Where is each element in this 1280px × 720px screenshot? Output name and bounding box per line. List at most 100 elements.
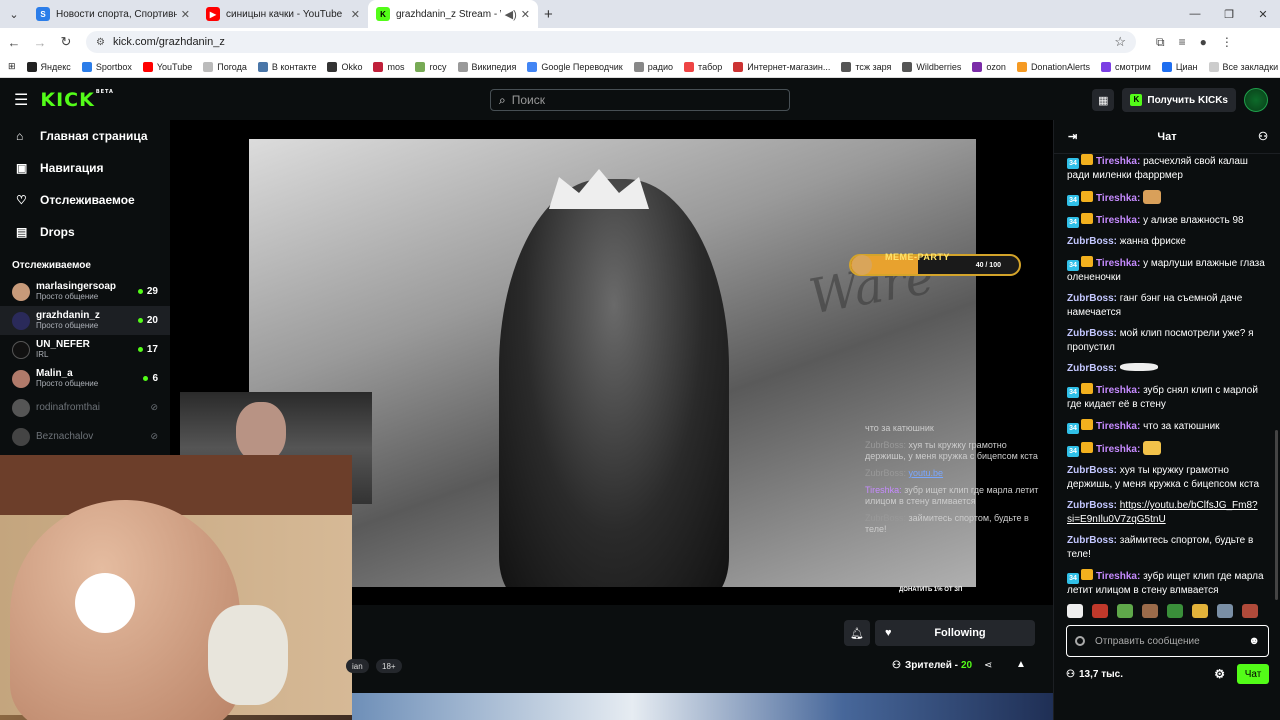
bookmark-item[interactable]: Циан [1161, 61, 1198, 72]
back-icon[interactable]: ← [2, 35, 26, 50]
get-kicks-button[interactable]: K Получить KICKs [1122, 88, 1236, 112]
share-icon[interactable]: ⋖ [984, 660, 992, 671]
emote-icon[interactable] [1117, 604, 1133, 618]
emote-icon[interactable] [1192, 604, 1208, 618]
kick-logo[interactable]: KICKBETA [40, 89, 114, 111]
chat-username[interactable]: Tireshka: [1096, 421, 1140, 432]
search-input[interactable]: ⌕ Поиск [490, 89, 790, 111]
sidebar-item-following[interactable]: ♡ Отслеживаемое [0, 184, 170, 216]
followed-channel-offline[interactable]: Beznachalov ⊘ [0, 422, 170, 451]
media-icon[interactable]: ≡ [1179, 35, 1186, 50]
bookmark-item[interactable]: Google Переводчик [527, 61, 623, 72]
bookmark-item[interactable]: Okko [327, 61, 362, 72]
chat-username[interactable]: Tireshka: [1096, 215, 1140, 226]
followed-channel-offline[interactable]: rodinafromthai ⊘ [0, 393, 170, 422]
report-icon[interactable]: ▲ [1016, 659, 1026, 670]
close-tab-icon[interactable]: ✕ [181, 8, 190, 21]
chat-username[interactable]: ZubrBoss: [1067, 535, 1117, 546]
chat-input[interactable]: Отправить сообщение ☻ [1066, 625, 1269, 657]
bookmark-item[interactable]: смотрим [1100, 61, 1151, 72]
bookmark-item[interactable]: табор [684, 61, 722, 72]
browser-tab-active[interactable]: K grazhdanin_z Stream - Wat ◀) ✕ [368, 0, 538, 28]
viewer-count: ⚇ Зрителей - 20 [892, 660, 973, 671]
bookmark-item[interactable]: В контакте [257, 61, 316, 72]
chat-username[interactable]: ZubrBoss: [1067, 465, 1117, 476]
emote-icon[interactable] [1092, 604, 1108, 618]
collapse-chat-icon[interactable]: ⇥ [1068, 130, 1077, 143]
menu-hamburger-icon[interactable]: ☰ [14, 90, 28, 110]
url-field[interactable]: ⚙ kick.com/grazhdanin_z ☆ [86, 31, 1136, 53]
close-window-icon[interactable]: ✕ [1246, 8, 1280, 21]
chat-username[interactable]: Tireshka: [1096, 571, 1140, 582]
bookmark-star-icon[interactable]: ☆ [1114, 34, 1126, 50]
emote-icon[interactable] [1217, 604, 1233, 618]
chat-scrollbar[interactable] [1275, 430, 1278, 600]
bookmark-item[interactable]: YouTube [142, 61, 192, 72]
bookmark-item[interactable]: Википедия [457, 61, 516, 72]
bookmark-item[interactable]: DonationAlerts [1016, 61, 1090, 72]
audio-icon[interactable]: ◀) [505, 8, 517, 21]
chat-username[interactable]: ZubrBoss: [1067, 500, 1117, 511]
bookmark-item[interactable]: Яндекс [26, 61, 71, 72]
browser-tab[interactable]: ▶ синицын качки - YouTube ✕ [198, 0, 368, 28]
emote-icon[interactable] [1142, 604, 1158, 618]
minimize-icon[interactable]: — [1178, 8, 1212, 20]
stream-tag[interactable]: ian [346, 659, 369, 673]
close-tab-icon[interactable]: ✕ [351, 8, 360, 21]
chat-username[interactable]: ZubrBoss: [1067, 363, 1117, 374]
emoji-icon[interactable]: ☻ [1248, 635, 1260, 647]
chat-username[interactable]: ZubrBoss: [1067, 236, 1117, 247]
apps-icon[interactable]: ⊞ [8, 61, 16, 72]
send-chat-button[interactable]: Чат [1237, 664, 1269, 684]
notification-bell-icon[interactable]: 🔔︎ [844, 620, 870, 646]
extensions-icon[interactable]: ⧉ [1156, 35, 1165, 50]
gear-icon[interactable]: ⚙ [1214, 667, 1225, 681]
menu-icon[interactable]: ⋮ [1221, 35, 1233, 50]
emote-icon[interactable] [1167, 604, 1183, 618]
crown-badge-icon [1081, 154, 1093, 165]
bookmark-item[interactable]: Sportbox [81, 61, 132, 72]
sidebar-item-browse[interactable]: ▣ Навигация [0, 152, 170, 184]
tab-title: grazhdanin_z Stream - Wat [396, 8, 501, 20]
user-avatar[interactable] [1244, 88, 1268, 112]
bookmark-item[interactable]: тсж заря [841, 61, 891, 72]
profile-icon[interactable]: ● [1200, 35, 1207, 50]
chat-users-icon[interactable]: ⚇ [1258, 130, 1268, 143]
sidebar-item-drops[interactable]: ▤ Drops [0, 216, 170, 248]
chat-username[interactable]: Tireshka: [1096, 193, 1140, 204]
restore-icon[interactable]: ❐ [1212, 8, 1246, 21]
chat-username[interactable]: Tireshka: [1096, 385, 1140, 396]
chat-username[interactable]: Tireshka: [1096, 156, 1140, 167]
chat-username[interactable]: ZubrBoss: [1067, 293, 1117, 304]
followed-channel[interactable]: Malin_a Просто общение 6 [0, 364, 170, 393]
followed-channel[interactable]: UN_NEFER IRL 17 [0, 335, 170, 364]
bookmark-item[interactable]: ozon [972, 61, 1006, 72]
bookmark-item[interactable]: Погода [203, 61, 247, 72]
site-info-icon[interactable]: ⚙ [96, 37, 105, 48]
emote-icon[interactable] [1242, 604, 1258, 618]
stream-tag[interactable]: 18+ [376, 659, 402, 673]
following-button[interactable]: ♥ Following [875, 620, 1035, 646]
bookmark-item[interactable]: Интернет-магазин... [733, 61, 830, 72]
forward-icon[interactable]: → [28, 35, 52, 50]
tab-list-button[interactable]: ⌄ [0, 0, 28, 28]
emote-icon[interactable] [1067, 604, 1083, 618]
followed-channel[interactable]: marlasingersoap Просто общение 29 [0, 277, 170, 306]
close-tab-icon[interactable]: ✕ [521, 8, 530, 21]
followed-channel[interactable]: grazhdanin_z Просто общение 20 [0, 306, 170, 335]
reload-icon[interactable]: ↻ [54, 34, 78, 50]
avatar [12, 340, 30, 359]
bookmark-item[interactable]: Wildberries [902, 61, 961, 72]
bookmark-item[interactable]: радио [633, 61, 673, 72]
chat-username[interactable]: ZubrBoss: [1067, 328, 1117, 339]
sidebar-item-home[interactable]: ⌂ Главная страница [0, 120, 170, 152]
new-tab-icon[interactable]: + [544, 6, 553, 23]
chat-username[interactable]: Tireshka: [1096, 258, 1140, 269]
chat-username[interactable]: Tireshka: [1096, 444, 1140, 455]
browser-tab[interactable]: S Новости спорта, Спортивная ✕ [28, 0, 198, 28]
all-bookmarks[interactable]: Все закладки [1208, 61, 1278, 72]
drops-icon: ▤ [16, 225, 28, 239]
bookmark-item[interactable]: rocy [415, 61, 447, 72]
layout-icon[interactable]: ▦ [1092, 89, 1115, 111]
bookmark-item[interactable]: mos [373, 61, 404, 72]
